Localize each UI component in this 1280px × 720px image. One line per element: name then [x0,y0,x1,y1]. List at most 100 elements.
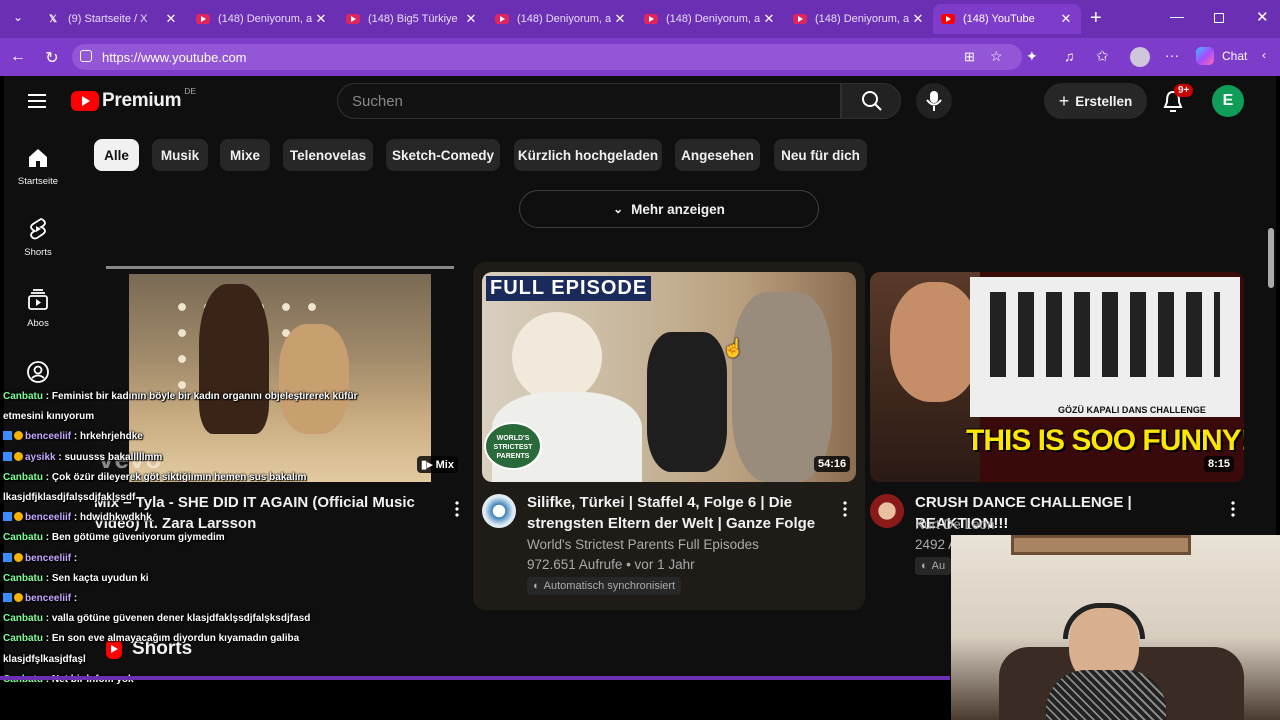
chip-watched[interactable]: Angesehen [675,139,760,171]
close-tab-icon[interactable]: ✕ [314,11,328,27]
chat-message: Canbatu : Çok özür dileyerek göt siktiği… [3,468,306,488]
site-info-icon[interactable] [80,50,92,62]
browser-tab[interactable]: (148) Deniyorum, a ✕ [785,4,933,34]
more-options-icon[interactable] [842,500,848,518]
channel-name[interactable]: Kurt De Leon [915,515,995,535]
chat-separator: : [43,532,52,544]
favorite-star-icon[interactable]: ☆ [990,48,1003,65]
plus-icon: + [1058,90,1070,111]
sidebar-item-you[interactable] [4,360,72,390]
close-window-icon[interactable]: ✕ [1256,8,1269,26]
browser-tab[interactable]: (148) Big5 Türkiye ✕ [338,4,486,34]
video-title[interactable]: Silifke, Türkei | Staffel 4, Folge 6 | D… [527,492,817,534]
browser-tab[interactable]: 𝕏 (9) Startseite / X ✕ [38,4,186,34]
voice-search-button[interactable] [916,83,952,119]
chat-text: Sen kaçta uyudun ki [51,572,149,584]
back-icon[interactable]: ← [9,48,27,66]
profile-icon[interactable] [1130,47,1150,67]
browser-tab-active[interactable]: (148) YouTube ✕ [933,4,1081,34]
chip-telenovelas[interactable]: Telenovelas [283,139,373,171]
search-button[interactable] [841,83,901,119]
more-options-icon[interactable] [1230,500,1236,518]
youtube-icon [941,12,955,26]
maximize-icon[interactable] [1214,13,1224,23]
dubbing-icon: ◐ [921,560,928,572]
new-tab-icon[interactable]: + [1090,7,1102,30]
sticker-badge: WORLD'S STRICTEST PARENTS [484,422,542,470]
chat-separator: : [71,431,81,443]
app-install-icon[interactable]: ⊞ [964,49,975,65]
chat-separator: : [43,471,52,483]
chat-separator: : [43,391,52,402]
favorites-icon[interactable]: ✩ [1096,47,1109,65]
thumbnail-small-text: GÖZÜ KAPALI DANS CHALLENGE [1058,405,1206,415]
chat-message: benceeliif : hdwidhkwdkhk [3,508,152,528]
chat-username: benceeliif [25,512,72,524]
chip-sketch-comedy[interactable]: Sketch-Comedy [386,139,500,171]
browser-tab[interactable]: (148) Deniyorum, a ✕ [636,4,784,34]
close-tab-icon[interactable]: ✕ [762,11,776,27]
chip-music[interactable]: Musik [152,139,208,171]
chip-all[interactable]: Alle [94,139,139,171]
browser-tab[interactable]: (148) Deniyorum, a ✕ [188,4,336,34]
close-tab-icon[interactable]: ✕ [911,11,925,27]
youtube-icon [793,12,807,26]
notifications-button[interactable]: 9+ [1162,84,1194,116]
chat-badge-icon [3,552,12,562]
chat-text: Çok özür dileyerek göt siktiğiımın hemen… [51,471,307,483]
close-tab-icon[interactable]: ✕ [613,11,627,27]
sidebar-item-shorts[interactable]: Shorts [4,217,72,258]
page-scrollbar[interactable] [1268,228,1274,288]
playlist-icon: ▮▸ [421,459,436,471]
search-icon [862,91,882,111]
chat-username: Canbatu [3,572,43,584]
close-tab-icon[interactable]: ✕ [464,11,478,27]
chat-message: klasjdfşlkasjdfaşl [3,650,86,670]
chat-badge-icon [3,451,12,461]
video-thumbnail[interactable]: FULL EPISODE WORLD'S STRICTEST PARENTS 5… [482,272,856,482]
channel-avatar[interactable] [870,494,904,528]
chat-text: Ben götüme güveniyorum giymedim [51,532,225,544]
search-box[interactable]: Suchen [337,83,841,119]
extensions-icon[interactable]: ✦ [1026,48,1038,65]
show-more-button[interactable]: ⌄ Mehr anzeigen [519,190,819,228]
browser-tab[interactable]: (148) Deniyorum, a ✕ [487,4,635,34]
chat-text: hdwidhkwdkhk [80,512,152,524]
youtube-icon [196,12,210,26]
minimize-icon[interactable]: — [1170,8,1184,24]
more-menu-icon[interactable]: ··· [1165,47,1179,63]
create-button[interactable]: + Erstellen [1044,83,1147,119]
channel-avatar[interactable] [482,494,516,528]
headphones [1063,603,1145,639]
chat-username: Canbatu [3,613,43,625]
browser-toolbar: ← ↻ https://www.youtube.com ⊞ ☆ ✦ ♫ ✩ ··… [0,38,1280,76]
chip-mixes[interactable]: Mixe [220,139,270,171]
chip-new-for-you[interactable]: Neu für dich [774,139,867,171]
more-options-icon[interactable] [454,500,460,518]
reload-icon[interactable]: ↻ [43,48,61,68]
video-thumbnail[interactable]: GÖZÜ KAPALI DANS CHALLENGE THIS IS SOO F… [870,272,1244,482]
youtube-logo[interactable]: Premium DE [71,86,196,112]
chip-recently-uploaded[interactable]: Kürzlich hochgeladen [514,139,662,171]
chat-text: etmesini kınıyorum [3,411,95,423]
sidebar-toggle-icon[interactable]: ‹ [1262,48,1266,62]
chat-username: Canbatu [3,471,43,483]
hamburger-menu-icon[interactable] [28,94,46,108]
close-tab-icon[interactable]: ✕ [1059,11,1073,27]
chat-badge-icon [3,593,12,602]
chat-message: Canbatu : valla götüne güvenen dener kla… [3,609,310,629]
copilot-chat-button[interactable]: Chat [1196,47,1247,65]
channel-name[interactable]: World's Strictest Parents Full Episodes [527,535,759,555]
address-bar[interactable]: https://www.youtube.com ⊞ ☆ [72,44,1022,70]
chat-text: Feminist bir kadının böyle bir kadın org… [51,391,358,402]
media-icon[interactable]: ♫ [1064,48,1075,64]
copilot-icon [1196,47,1214,65]
tab-list-dropdown-icon[interactable]: ⌄ [8,10,28,28]
sidebar-item-subscriptions[interactable]: Abos [4,288,72,329]
video-duration: 8:15 [1204,456,1235,472]
chat-message: etmesini kınıyorum [3,407,94,427]
account-avatar[interactable]: E [1212,85,1244,117]
close-tab-icon[interactable]: ✕ [164,11,178,27]
sidebar-item-home[interactable]: Startseite [4,146,72,187]
x-icon: 𝕏 [48,13,58,25]
